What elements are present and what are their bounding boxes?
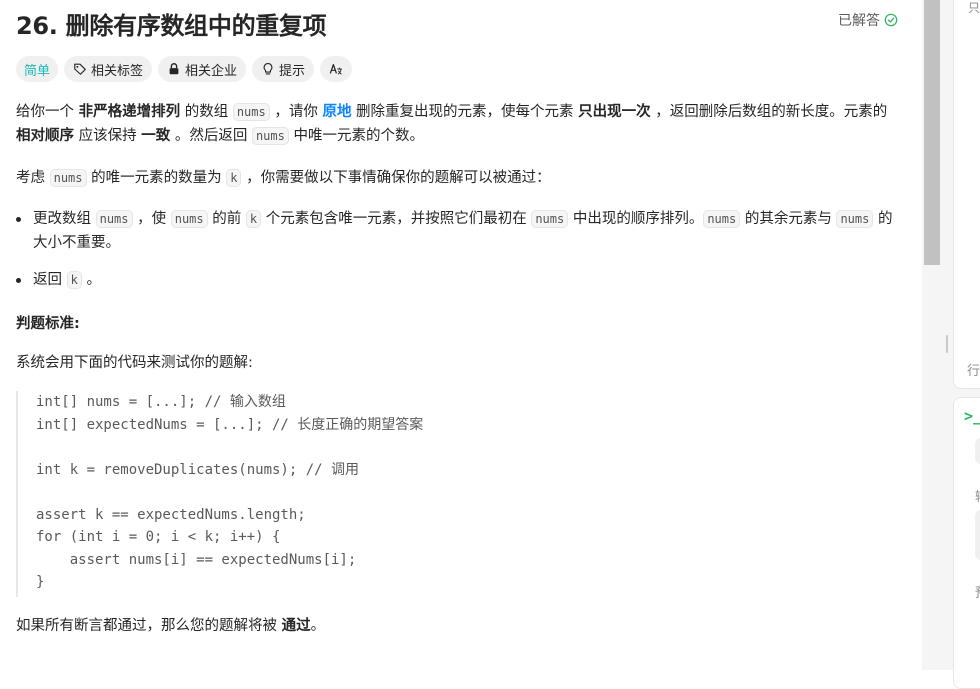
text: 删除重复出现的元素，使每个元素 (351, 104, 579, 120)
problem-description: 26. 删除有序数组中的重复项 已解答 简单 相关标签 相关企业 提示 给你一个… (0, 0, 922, 670)
solved-label: 已解答 (838, 13, 880, 29)
test-case-tab[interactable] (975, 438, 980, 464)
input-label: 输 (975, 486, 980, 505)
in-place-link[interactable]: 原地 (322, 104, 351, 120)
code-line: int[] nums = [...]; // 输入数组 (36, 394, 286, 410)
problem-title: 26. 删除有序数组中的重复项 (16, 12, 327, 40)
inline-code: k (66, 271, 82, 289)
text: 个元素包含唯一元素，并按照它们最初在 (261, 211, 532, 227)
bold-text: 非严格递增排列 (78, 104, 181, 120)
test-case-panel[interactable]: >_ 输 预 (953, 397, 980, 689)
lock-icon (169, 63, 179, 75)
problem-tags: 简单 相关标签 相关企业 提示 (16, 56, 353, 82)
scrollbar-thumb[interactable] (924, 0, 940, 265)
inline-code: nums (232, 103, 270, 121)
bullet-dot (16, 217, 21, 222)
judge-heading: 判题标准: (16, 316, 80, 332)
closing-paragraph: 如果所有断言都通过，那么您的题解将被 通过。 (16, 614, 896, 638)
bold-text: 通过 (281, 618, 311, 634)
text: ，返回删除后数组的新长度。元素的 (650, 104, 888, 120)
lightbulb-icon (263, 63, 273, 75)
inline-code: nums (836, 210, 874, 228)
difficulty-label: 简单 (24, 63, 51, 79)
text: 。 (310, 618, 326, 634)
code-line: for (int i = 0; i < k; i++) { (36, 529, 281, 545)
code-line: assert k == expectedNums.length; (36, 506, 306, 523)
description-paragraph-2: 考虑 nums 的唯一元素的数量为 k ，你需要做以下事情确保你的题解可以被通过… (16, 166, 896, 190)
expected-label: 预 (975, 582, 980, 601)
inline-code: nums (251, 127, 289, 145)
related-tags-label: 相关标签 (91, 63, 144, 79)
terminal-icon: >_ (964, 407, 980, 425)
editor-top-glyph: 只 (968, 1, 980, 15)
tag-icon (74, 63, 86, 75)
related-tags-button[interactable]: 相关标签 (64, 56, 153, 82)
inline-code: nums (703, 210, 741, 228)
text: 的前 (207, 211, 246, 227)
resize-handle[interactable] (946, 335, 948, 353)
check-circle-icon (884, 13, 898, 27)
text: 的数组 (180, 104, 233, 120)
inline-code: k (226, 169, 242, 187)
list-item-text: 更改数组 nums ，使 nums 的前 k 个元素包含唯一元素，并按照它们最初… (33, 207, 896, 255)
text: 的唯一元素的数量为 (86, 170, 227, 186)
difficulty-badge[interactable]: 简单 (16, 56, 59, 82)
text: 应该保持 (74, 128, 142, 144)
translate-button[interactable] (320, 56, 353, 82)
text: ，使 (132, 211, 171, 227)
text: 更改数组 (33, 211, 96, 227)
list-item-text: 返回 k 。 (33, 268, 896, 292)
description-paragraph-1: 给你一个 非严格递增排列 的数组 nums ，请你 原地 删除重复出现的元素，使… (16, 100, 896, 148)
bullet-dot (16, 278, 21, 283)
text: ，请你 (269, 104, 323, 120)
input-field[interactable] (975, 510, 980, 560)
text: 中唯一元素的个数。 (288, 128, 424, 144)
inline-code: nums (531, 210, 569, 228)
code-block: int[] nums = [...]; // 输入数组 int[] expect… (16, 391, 896, 597)
text: ，你需要做以下事情确保你的题解可以被通过： (241, 170, 551, 186)
judge-intro: 系统会用下面的代码来测试你的题解: (16, 355, 253, 371)
hint-label: 提示 (279, 63, 306, 79)
inline-code: k (245, 210, 262, 228)
text: 。 (81, 272, 101, 288)
inline-code: nums (49, 169, 87, 187)
related-companies-label: 相关企业 (185, 63, 238, 79)
text: 返回 (33, 272, 67, 288)
text: 考虑 (16, 170, 50, 186)
inline-code: nums (170, 210, 208, 228)
hint-button[interactable]: 提示 (252, 56, 315, 82)
solved-status[interactable]: 已解答 (838, 10, 898, 30)
list-item: 返回 k 。 (16, 268, 896, 292)
inline-code: nums (95, 210, 133, 228)
text: 如果所有断言都通过，那么您的题解将被 (16, 618, 282, 634)
translate-icon (329, 64, 342, 75)
list-item: 更改数组 nums ，使 nums 的前 k 个元素包含唯一元素，并按照它们最初… (16, 207, 896, 255)
text: 中出现的顺序排列。 (568, 211, 704, 227)
bold-text: 只出现一次 (578, 104, 651, 120)
related-companies-button[interactable]: 相关企业 (158, 56, 247, 82)
line-indicator: 行 (967, 364, 980, 379)
code-editor-panel[interactable]: 只 行 (946, 0, 980, 389)
code-line: int k = removeDuplicates(nums); // 调用 (36, 461, 360, 478)
bold-text: 一致 (141, 128, 171, 144)
code-line: } (36, 574, 45, 590)
text: 给你一个 (16, 104, 79, 120)
code-line: assert nums[i] == expectedNums[i]; (36, 551, 357, 568)
bold-text: 相对顺序 (16, 128, 74, 144)
text: 。然后返回 (170, 128, 252, 144)
code-line: int[] expectedNums = [...]; // 长度正确的期望答案 (36, 416, 424, 433)
text: 的其余元素与 (740, 211, 837, 227)
